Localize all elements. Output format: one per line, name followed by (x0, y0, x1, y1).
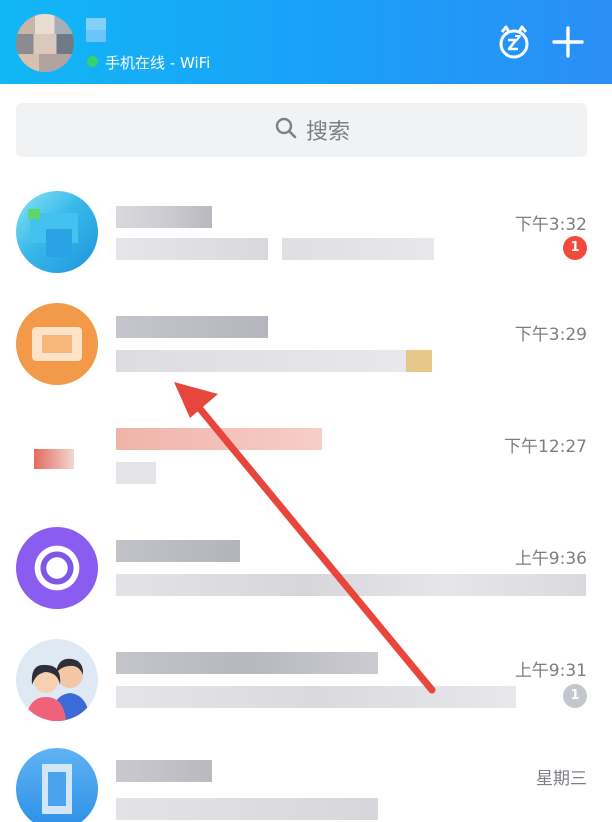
conversation-item[interactable]: 上午9:36 (0, 512, 612, 624)
top-bar: 手机在线 - WiFi (0, 0, 612, 84)
my-avatar[interactable] (16, 14, 74, 72)
alarm-cat-icon[interactable] (494, 22, 534, 62)
message-preview-blurred (116, 798, 378, 820)
message-preview-blurred (116, 238, 268, 260)
unread-badge: 1 (563, 236, 587, 260)
conversation-avatar (16, 527, 98, 609)
search-icon (274, 116, 298, 144)
conversation-avatar (16, 748, 98, 822)
contact-name-blurred (116, 652, 378, 674)
conversation-item[interactable]: 下午3:32 1 (0, 176, 612, 288)
unread-badge: 1 (563, 684, 587, 708)
conversation-item[interactable]: 下午3:29 (0, 288, 612, 400)
message-preview-blurred (116, 350, 406, 372)
conversation-avatar (16, 303, 98, 385)
message-preview-blurred (116, 686, 516, 708)
contact-name-blurred (116, 428, 322, 450)
search-placeholder: 搜索 (306, 120, 351, 145)
conversation-time: 上午9:31 (514, 661, 587, 681)
conversation-time: 下午12:27 (504, 437, 587, 457)
conversation-avatar (16, 639, 98, 721)
search-bar[interactable]: 搜索 (16, 103, 587, 157)
message-preview-blurred (282, 238, 434, 260)
nickname-blurred (86, 18, 106, 42)
contact-name-blurred (116, 316, 268, 338)
message-preview-blurred (406, 350, 432, 372)
online-status-dot (87, 56, 98, 67)
conversation-time: 星期三 (536, 769, 587, 789)
plus-icon[interactable] (548, 22, 588, 62)
online-status-text: 手机在线 - WiFi (105, 54, 211, 72)
conversation-time: 上午9:36 (514, 549, 587, 569)
conversation-avatar (16, 415, 98, 497)
contact-name-blurred (116, 206, 212, 228)
conversation-time: 下午3:29 (514, 325, 587, 345)
conversation-item[interactable]: 星期三 (0, 736, 612, 822)
message-preview-blurred (116, 574, 586, 596)
conversation-time: 下午3:32 (514, 215, 587, 235)
message-preview-blurred (116, 462, 156, 484)
contact-name-blurred (116, 540, 240, 562)
conversation-item[interactable]: 下午12:27 (0, 400, 612, 512)
contact-name-blurred (116, 760, 212, 782)
conversation-avatar (16, 191, 98, 273)
conversation-item[interactable]: 上午9:31 1 (0, 624, 612, 736)
